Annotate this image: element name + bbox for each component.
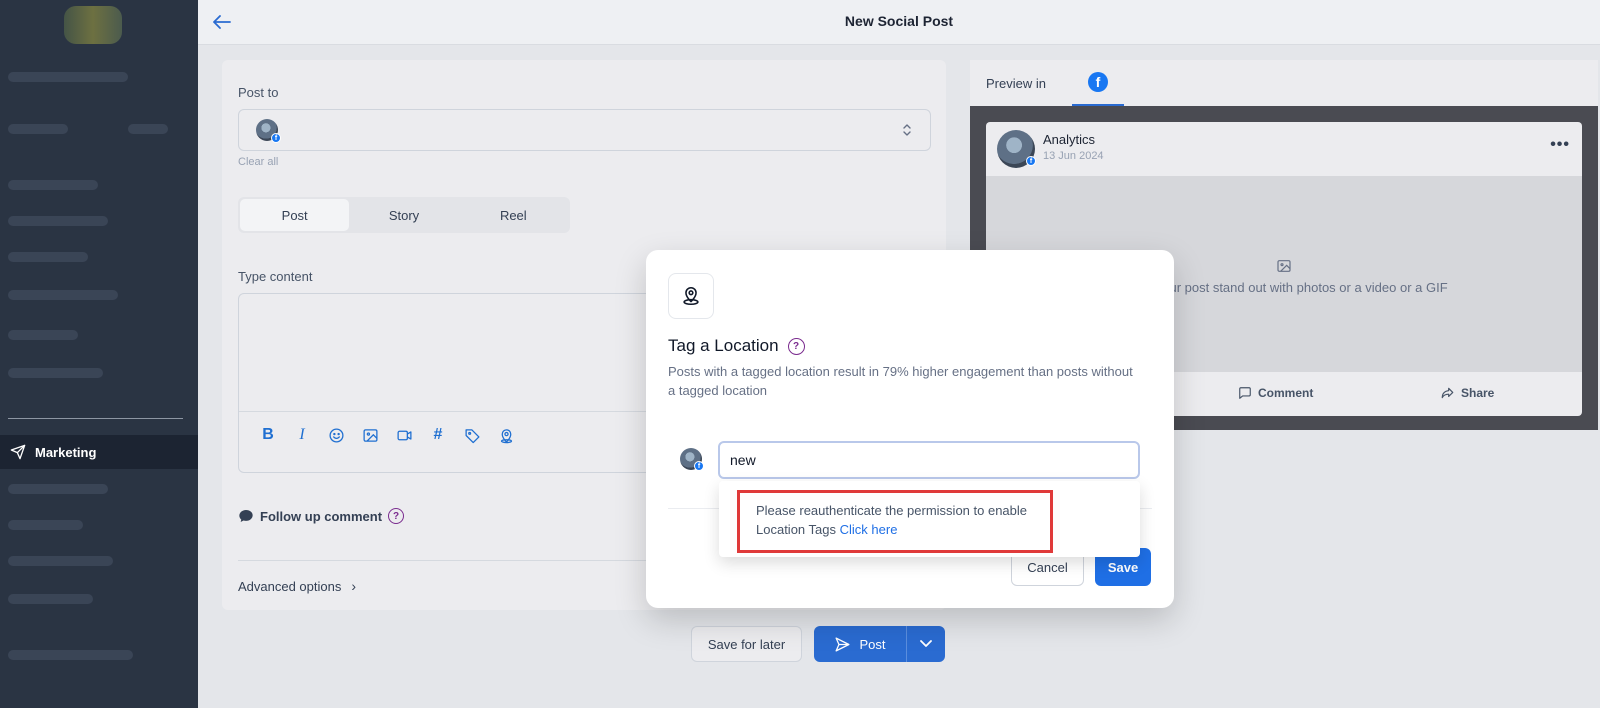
location-suggestions-dropdown: Please reauthenticate the permission to …	[719, 481, 1140, 557]
reauthenticate-message: Please reauthenticate the permission to …	[756, 501, 1056, 539]
location-search-input[interactable]	[718, 441, 1140, 479]
modal-description: Posts with a tagged location result in 7…	[668, 364, 1133, 398]
modal-title: Tag a Location ?	[668, 336, 805, 356]
facebook-badge-icon: f	[694, 461, 704, 471]
location-pin-icon	[668, 273, 714, 319]
modal-title-text: Tag a Location	[668, 336, 779, 355]
reauthenticate-link[interactable]: Click here	[840, 522, 898, 537]
help-icon[interactable]: ?	[787, 337, 805, 355]
